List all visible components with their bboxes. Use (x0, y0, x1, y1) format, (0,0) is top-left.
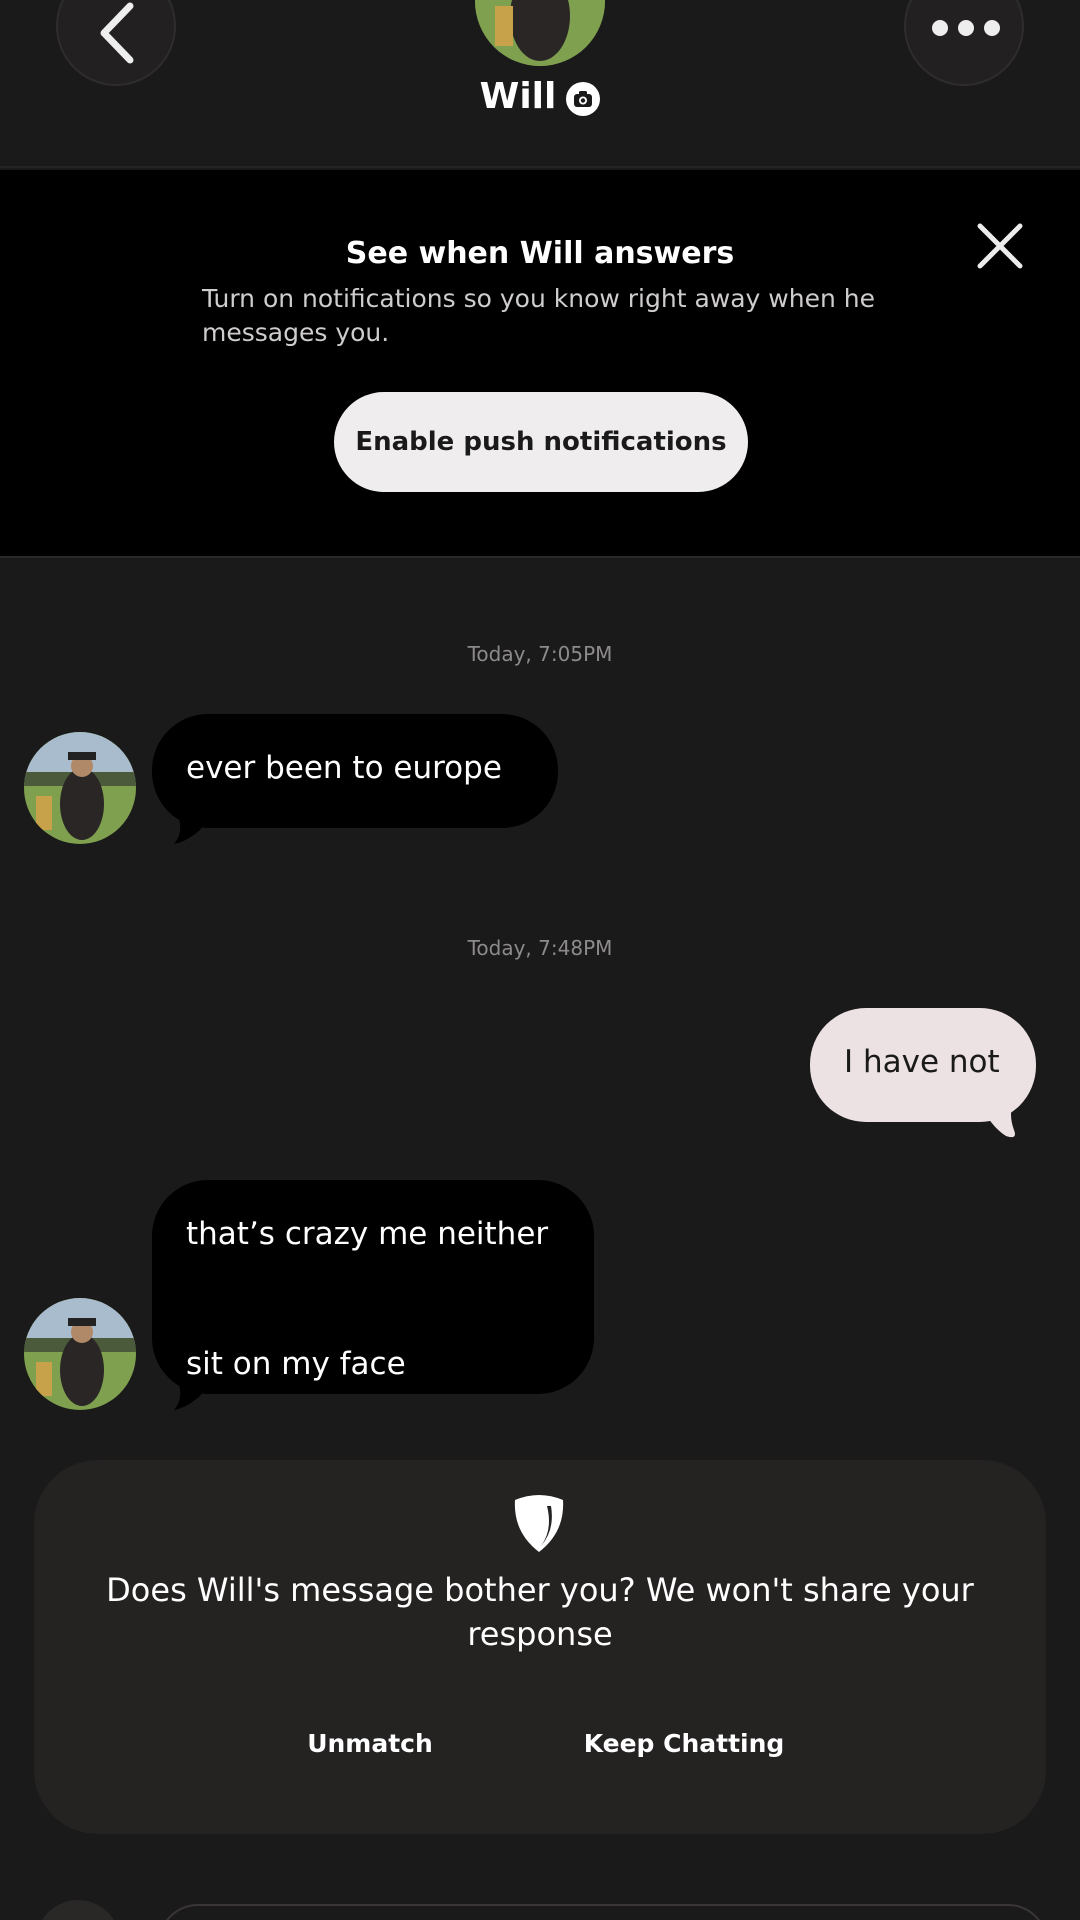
chat-header: Will (0, 0, 1080, 168)
header-avatar[interactable] (475, 0, 605, 66)
timestamp: Today, 7:48PM (467, 936, 613, 960)
message-text: I have not (844, 1044, 1000, 1080)
safety-prompt-text: Does Will's message bother you? We won't… (106, 1571, 974, 1653)
message-bubble-incoming[interactable]: that’s crazy me neither sit on my face (152, 1180, 594, 1394)
profile-photo (24, 1298, 136, 1410)
contact-name-row[interactable]: Will (0, 76, 1080, 117)
profile-photo (475, 0, 605, 66)
message-input[interactable] (158, 1904, 1048, 1920)
close-icon (977, 223, 1023, 269)
chat-screen: Will See when Will answers Turn on notif… (0, 0, 1080, 1920)
notification-banner (0, 170, 1080, 558)
close-banner-button[interactable] (972, 218, 1028, 274)
chevron-left-icon (100, 2, 134, 64)
enable-push-notifications-button[interactable]: Enable push notifications (334, 392, 748, 492)
message-bubble-incoming[interactable]: ever been to europe (152, 714, 558, 828)
message-bubble-outgoing[interactable]: I have not (810, 1008, 1036, 1122)
sender-avatar[interactable] (24, 1298, 136, 1410)
banner-title: See when Will answers (345, 236, 735, 271)
sender-avatar[interactable] (24, 732, 136, 844)
more-dots-icon (932, 20, 1000, 36)
back-button[interactable] (56, 0, 176, 86)
composer-camera-button[interactable] (36, 1900, 120, 1920)
timestamp: Today, 7:05PM (467, 642, 613, 666)
profile-photo (24, 732, 136, 844)
contact-name: Will (479, 76, 557, 117)
banner-text: Turn on notifications so you know right … (202, 284, 875, 347)
shield-icon (507, 1492, 571, 1556)
camera-icon (566, 81, 601, 116)
message-text: that’s crazy me neither (186, 1216, 549, 1252)
message-text: sit on my face (186, 1346, 406, 1382)
unmatch-button[interactable]: Unmatch (290, 1720, 450, 1766)
message-text: ever been to europe (186, 750, 502, 786)
keep-chatting-button[interactable]: Keep Chatting (572, 1720, 796, 1766)
more-options-button[interactable] (904, 0, 1024, 86)
